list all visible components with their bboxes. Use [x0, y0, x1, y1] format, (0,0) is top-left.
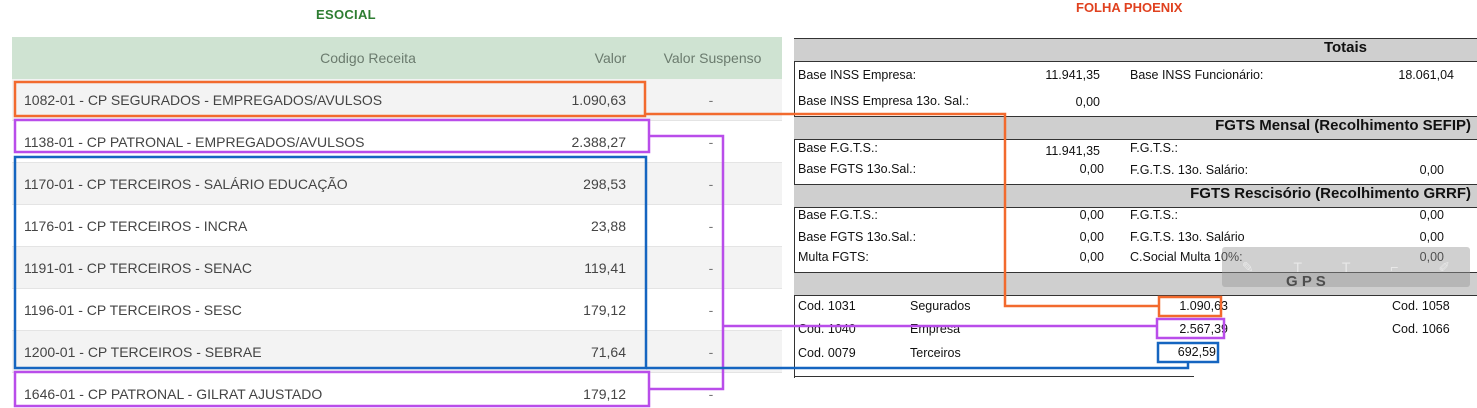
- fgts-resc-base-value: 0,00: [1079, 208, 1104, 222]
- gps-terceiros-value: 692,59: [1177, 345, 1216, 359]
- fgts-mensal-base13-value: 0,00: [1079, 162, 1104, 176]
- fgts-rescisorio-heading: FGTS Rescisório (Recolhimento GRRF): [794, 184, 1477, 208]
- crop-icon[interactable]: ⌐: [1390, 259, 1398, 275]
- fgts-mensal-fgts-label: F.G.T.S.:: [1130, 141, 1178, 155]
- header-codigo-receita: Codigo Receita: [320, 50, 416, 66]
- row-valor: 23,88: [590, 217, 626, 234]
- gps-empresa-label: Empresa: [910, 322, 961, 336]
- gps-cod-1058: Cod. 1058: [1392, 299, 1450, 313]
- multa-fgts-value: 0,00: [1079, 250, 1104, 264]
- esocial-title: ESOCIAL: [316, 7, 376, 22]
- row-code: 1191-01 - CP TERCEIROS - SENAC: [24, 259, 252, 276]
- table-row: 1196-01 - CP TERCEIROS - SESC 179,12 -: [12, 289, 782, 331]
- gps-cod-1031: Cod. 1031: [798, 299, 856, 313]
- row-valor: 2.388,27: [571, 133, 627, 150]
- fgts-resc-base-label: Base F.G.T.S.:: [798, 208, 878, 222]
- fgts-mensal-heading: FGTS Mensal (Recolhimento SEFIP): [794, 116, 1477, 140]
- esocial-table-header: Codigo Receita Valor Valor Suspenso: [12, 37, 782, 79]
- base-inss-funcionario-label: Base INSS Funcionário:: [1130, 68, 1264, 82]
- esocial-table: Codigo Receita Valor Valor Suspenso 1082…: [12, 37, 782, 408]
- report-left-border: [794, 38, 795, 378]
- row-valor: 179,12: [583, 385, 626, 402]
- row-suspenso: -: [708, 175, 714, 192]
- totais-heading: Totais: [794, 38, 1477, 62]
- table-row: 1176-01 - CP TERCEIROS - INCRA 23,88 -: [12, 205, 782, 247]
- fgts-resc-base13-label: Base FGTS 13o.Sal.:: [798, 230, 917, 244]
- base-inss-empresa-label: Base INSS Empresa:: [798, 68, 917, 82]
- gps-segurados-value: 1.090,63: [1179, 299, 1228, 313]
- header-valor-suspenso: Valor Suspenso: [663, 50, 762, 66]
- row-valor: 1.090,63: [571, 91, 627, 108]
- row-code: 1646-01 - CP PATRONAL - GILRAT AJUSTADO: [24, 385, 323, 402]
- row-valor: 71,64: [590, 343, 626, 360]
- row-suspenso: -: [708, 91, 714, 108]
- row-code: 1176-01 - CP TERCEIROS - INCRA: [24, 217, 248, 234]
- fgts-resc-fgts13-value: 0,00: [1419, 230, 1444, 244]
- table-row: 1170-01 - CP TERCEIROS - SALÁRIO EDUCAÇÃ…: [12, 163, 782, 205]
- fgts-mensal-base-label: Base F.G.T.S.:: [798, 141, 878, 155]
- row-valor: 119,41: [584, 259, 626, 276]
- phoenix-report: Totais Base INSS Empresa: 11.941,35 Base…: [794, 38, 1477, 378]
- gps-terceiros-label: Terceiros: [910, 346, 961, 360]
- gps-empresa-value: 2.567,39: [1179, 322, 1228, 336]
- base-inss-13-label: Base INSS Empresa 13o. Sal.:: [798, 94, 969, 108]
- fgts-resc-fgts13-label: F.G.T.S. 13o. Salário: [1130, 230, 1245, 244]
- base-inss-funcionario-value: 18.061,04: [1398, 68, 1454, 82]
- table-row: 1138-01 - CP PATRONAL - EMPREGADOS/AVULS…: [12, 121, 782, 163]
- row-suspenso: -: [708, 133, 714, 150]
- row-suspenso: -: [708, 217, 714, 234]
- base-inss-empresa-value: 11.941,35: [1045, 68, 1100, 82]
- row-code: 1138-01 - CP PATRONAL - EMPREGADOS/AVULS…: [24, 133, 365, 150]
- fgts-mensal-fgts13-label: F.G.T.S. 13o. Salário:: [1130, 163, 1249, 177]
- row-valor: 179,12: [583, 301, 626, 318]
- fgts-mensal-fgts13-value: 0,00: [1419, 163, 1444, 177]
- table-row: 1082-01 - CP SEGURADOS - EMPREGADOS/AVUL…: [12, 79, 782, 121]
- row-code: 1082-01 - CP SEGURADOS - EMPREGADOS/AVUL…: [24, 91, 383, 108]
- row-suspenso: -: [708, 385, 714, 402]
- row-code: 1170-01 - CP TERCEIROS - SALÁRIO EDUCAÇÃ…: [24, 175, 348, 192]
- table-row: 1191-01 - CP TERCEIROS - SENAC 119,41 -: [12, 247, 782, 289]
- report-bottom-rule: [794, 376, 1194, 377]
- phoenix-title: FOLHA PHOENIX: [1076, 0, 1183, 15]
- row-code: 1200-01 - CP TERCEIROS - SEBRAE: [24, 343, 262, 360]
- table-row: 1200-01 - CP TERCEIROS - SEBRAE 71,64 -: [12, 331, 782, 373]
- row-suspenso: -: [708, 343, 714, 360]
- fgts-mensal-base-value: 11.941,35: [1045, 144, 1100, 158]
- row-code: 1196-01 - CP TERCEIROS - SESC: [24, 301, 242, 318]
- annotation-toolbar[interactable]: ✎ T T ⌐ ✐: [1222, 247, 1470, 287]
- row-valor: 298,53: [583, 175, 626, 192]
- highlight-icon[interactable]: ✐: [1438, 259, 1450, 276]
- fgts-mensal-base13-label: Base FGTS 13o.Sal.:: [798, 162, 917, 176]
- multa-fgts-label: Multa FGTS:: [798, 250, 869, 264]
- table-row: 1646-01 - CP PATRONAL - GILRAT AJUSTADO …: [12, 373, 782, 408]
- fgts-resc-base13-value: 0,00: [1079, 230, 1104, 244]
- pen-icon[interactable]: ✎: [1242, 259, 1254, 276]
- gps-cod-1040: Cod. 1040: [798, 322, 856, 336]
- row-suspenso: -: [708, 301, 714, 318]
- row-suspenso: -: [708, 259, 714, 276]
- header-valor: Valor: [594, 50, 627, 66]
- gps-cod-0079: Cod. 0079: [798, 346, 856, 360]
- fgts-resc-fgts-label: F.G.T.S.:: [1130, 208, 1178, 222]
- text-icon[interactable]: T: [1294, 259, 1303, 275]
- text-alt-icon[interactable]: T: [1342, 259, 1351, 275]
- base-inss-13-value: 0,00: [1075, 95, 1100, 109]
- gps-cod-1066: Cod. 1066: [1392, 322, 1450, 336]
- gps-segurados-label: Segurados: [910, 299, 971, 313]
- fgts-resc-fgts-value: 0,00: [1419, 208, 1444, 222]
